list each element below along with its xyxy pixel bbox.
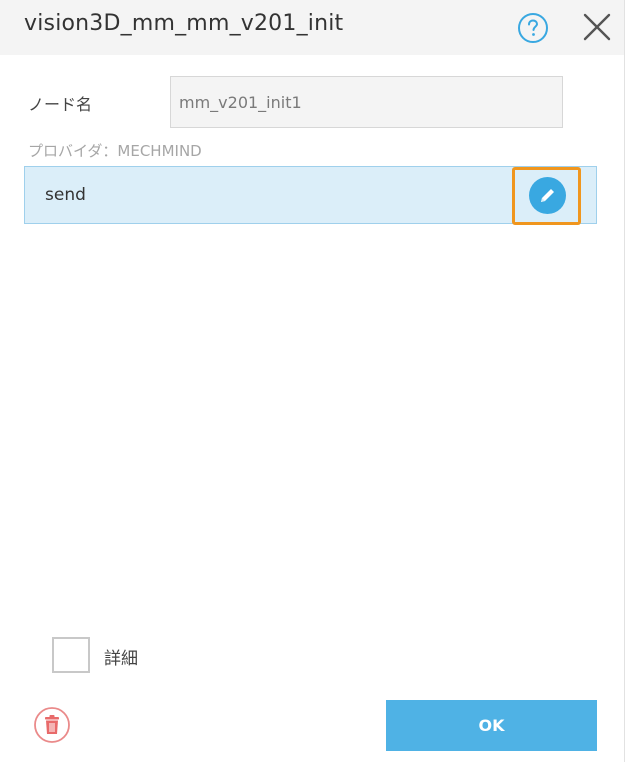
node-settings-dialog: vision3D_mm_mm_v201_init ノード名 プロバイダ：MECH… (0, 0, 625, 762)
provider-text: プロバイダ：MECHMIND (28, 142, 202, 160)
help-button[interactable] (517, 12, 549, 44)
delete-button[interactable] (33, 706, 71, 744)
node-name-label: ノード名 (28, 95, 93, 114)
details-checkbox[interactable] (52, 637, 90, 673)
dialog-title: vision3D_mm_mm_v201_init (24, 11, 344, 36)
ok-button[interactable]: OK (386, 700, 597, 751)
question-circle-icon (518, 13, 548, 43)
close-button[interactable] (582, 12, 612, 42)
edit-button[interactable] (529, 177, 566, 214)
dialog-header: vision3D_mm_mm_v201_init (0, 0, 624, 55)
trash-icon (34, 707, 70, 743)
close-x-icon (583, 13, 611, 41)
list-item-label: send (45, 185, 86, 205)
details-checkbox-label: 詳細 (104, 649, 138, 669)
pencil-edit-icon (541, 189, 554, 202)
node-name-input[interactable] (170, 76, 563, 128)
